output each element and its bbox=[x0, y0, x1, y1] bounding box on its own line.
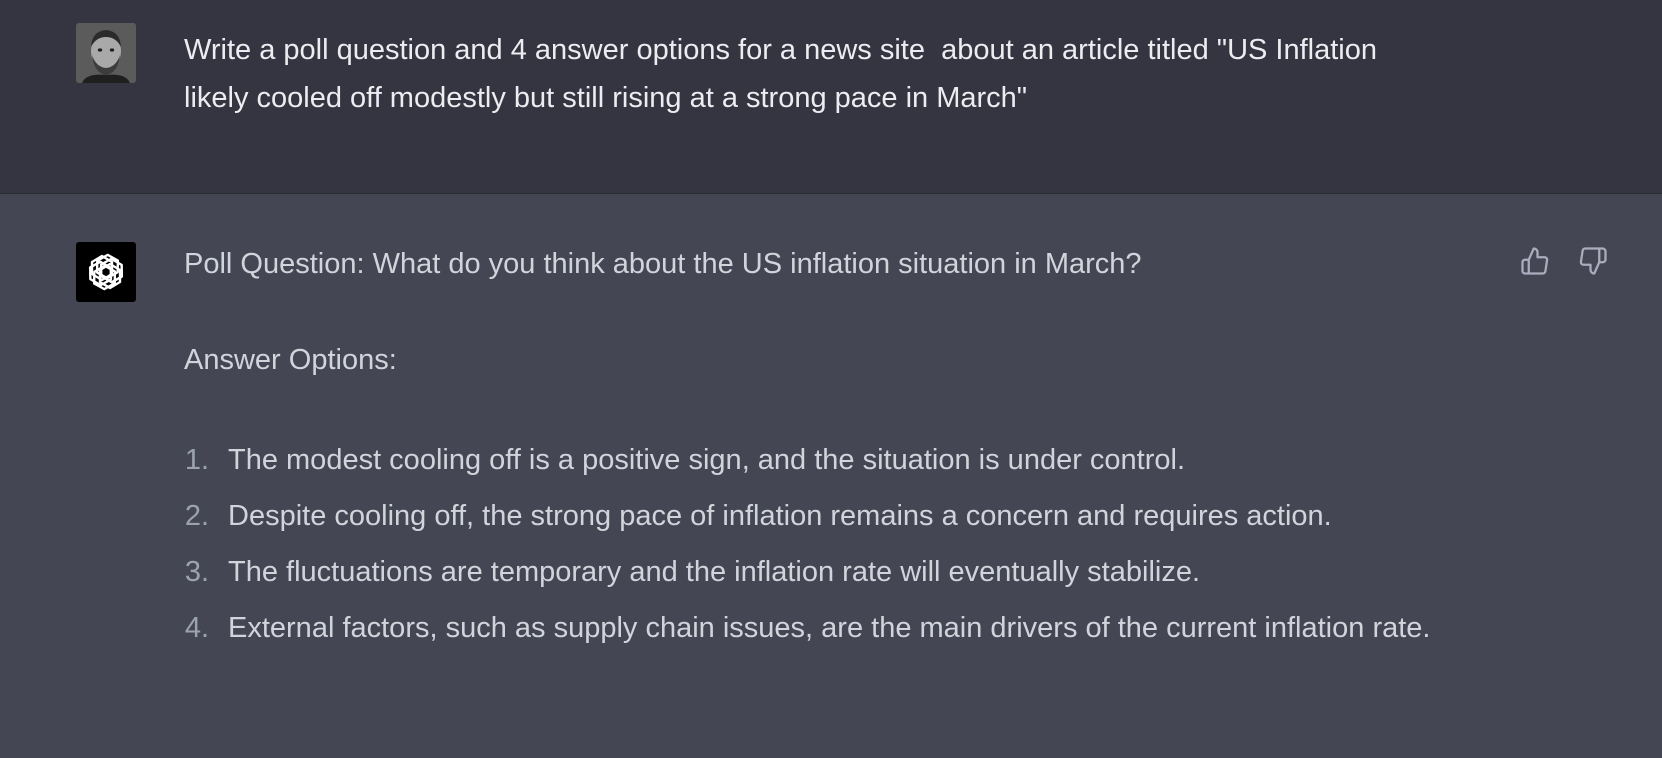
feedback-buttons bbox=[1518, 244, 1610, 278]
assistant-message-text: Poll Question: What do you think about t… bbox=[184, 240, 1504, 656]
answer-option: 4. External factors, such as supply chai… bbox=[184, 600, 1558, 656]
answer-number: 1. bbox=[184, 444, 209, 476]
answer-number: 4. bbox=[184, 612, 209, 644]
answer-text: The modest cooling off is a positive sig… bbox=[228, 444, 1186, 476]
thumbs-down-icon bbox=[1579, 247, 1607, 275]
answer-number: 2. bbox=[184, 500, 209, 532]
answer-number: 3. bbox=[184, 556, 209, 588]
user-avatar-photo bbox=[76, 23, 136, 83]
answer-text: Despite cooling off, the strong pace of … bbox=[228, 500, 1332, 532]
assistant-avatar bbox=[76, 242, 136, 302]
answer-options-heading: Answer Options: bbox=[184, 344, 397, 376]
chat-page: Write a poll question and 4 answer optio… bbox=[0, 0, 1662, 758]
thumbs-up-icon bbox=[1521, 247, 1549, 275]
answer-option: 3. The fluctuations are temporary and th… bbox=[184, 544, 1558, 600]
poll-question: Poll Question: What do you think about t… bbox=[184, 248, 1142, 280]
user-avatar bbox=[76, 23, 136, 83]
user-message-text: Write a poll question and 4 answer optio… bbox=[184, 34, 1386, 114]
answer-text: External factors, such as supply chain i… bbox=[228, 612, 1431, 644]
thumbs-up-button[interactable] bbox=[1518, 244, 1552, 278]
user-message: Write a poll question and 4 answer optio… bbox=[0, 0, 1662, 194]
answer-options-list: 1. The modest cooling off is a positive … bbox=[184, 432, 1504, 656]
answer-option: 2. Despite cooling off, the strong pace … bbox=[184, 488, 1558, 544]
assistant-message: Poll Question: What do you think about t… bbox=[0, 194, 1662, 758]
thumbs-down-button[interactable] bbox=[1576, 244, 1610, 278]
answer-text: The fluctuations are temporary and the i… bbox=[228, 556, 1201, 588]
answer-option: 1. The modest cooling off is a positive … bbox=[184, 432, 1558, 488]
openai-logo-icon bbox=[88, 253, 124, 291]
